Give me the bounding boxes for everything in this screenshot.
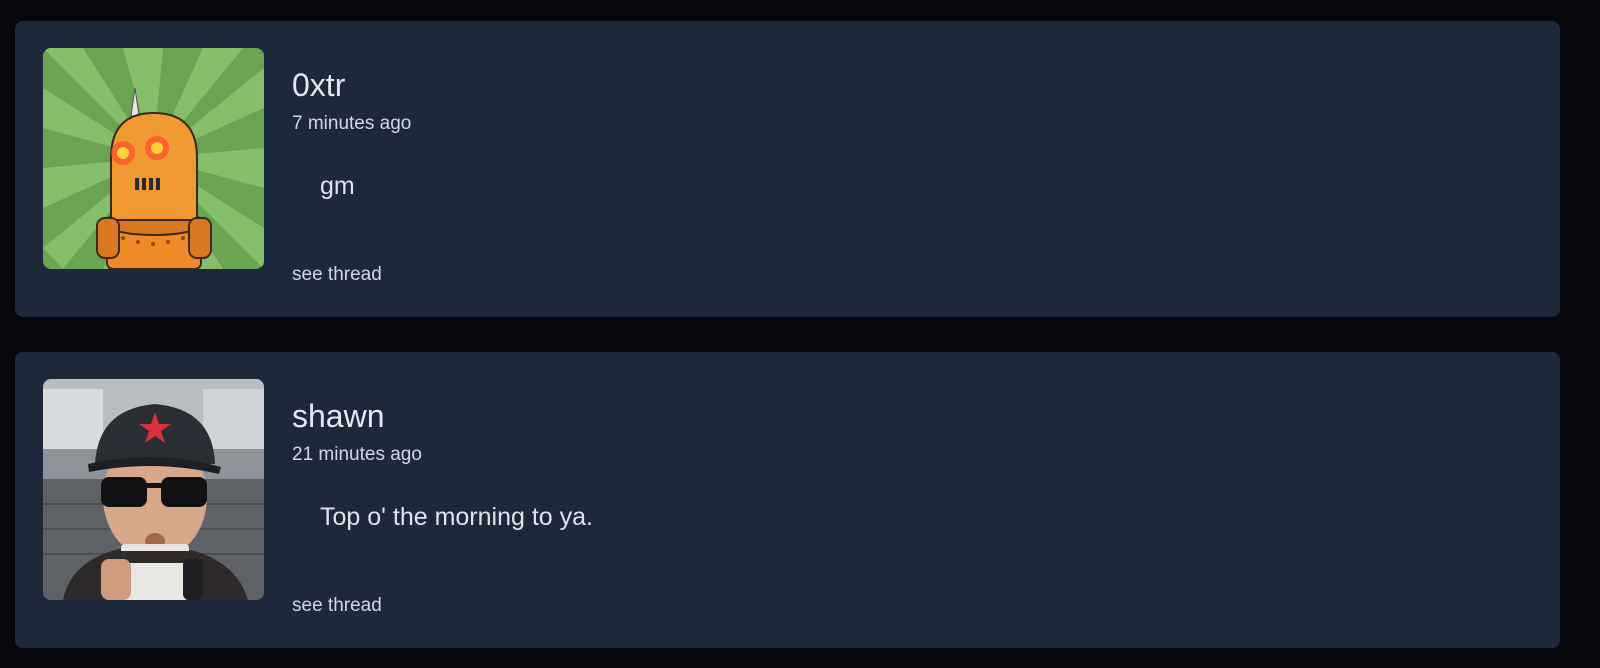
post-username[interactable]: 0xtr (292, 67, 345, 103)
see-thread-link[interactable]: see thread (292, 595, 382, 617)
post-username[interactable]: shawn (292, 398, 385, 434)
post-feed: 0xtr 7 minutes ago gm see thread shawn 2… (0, 0, 1600, 668)
post-card: 0xtr 7 minutes ago gm see thread (15, 21, 1560, 317)
post-content: Top o' the morning to ya. (320, 503, 593, 531)
robot-avatar-icon (43, 48, 264, 269)
post-timestamp: 7 minutes ago (292, 113, 412, 134)
post-card: shawn 21 minutes ago Top o' the morning … (15, 352, 1560, 648)
avatar[interactable] (43, 48, 264, 269)
avatar[interactable] (43, 379, 264, 600)
post-timestamp: 21 minutes ago (292, 444, 422, 465)
post-content: gm (320, 172, 355, 200)
person-avatar-photo (43, 379, 264, 600)
see-thread-link[interactable]: see thread (292, 264, 382, 286)
